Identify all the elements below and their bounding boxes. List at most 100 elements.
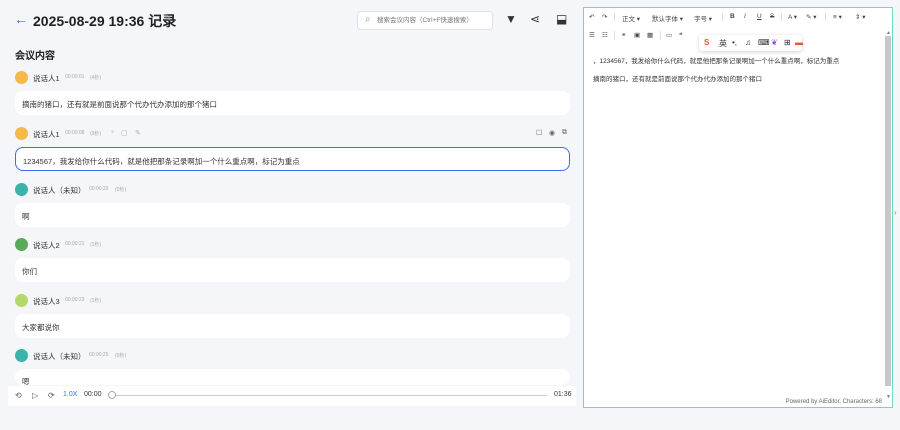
speaker-name[interactable]: 说话人（未知）	[33, 351, 86, 362]
skin-icon[interactable]: ❦	[771, 38, 778, 47]
quote-icon[interactable]: ❝	[679, 31, 683, 39]
export-icon[interactable]: ⬓	[556, 12, 567, 26]
line-height-button[interactable]: ⇕ ▾	[855, 13, 866, 21]
align-button[interactable]: ≡ ▾	[833, 13, 842, 21]
toolbar-divider	[781, 13, 782, 21]
toolbar-divider	[722, 13, 723, 21]
speaker-name[interactable]: 说话人3	[33, 296, 60, 307]
transcript-text-active[interactable]: 1234567，我发给你什么代码，就是他把那条记录啊加一个什么重点啊，标记为重点	[15, 147, 570, 171]
speaker-duration: (9秒)	[90, 131, 102, 137]
italic-button[interactable]: I	[744, 13, 746, 20]
undo-icon[interactable]: ↶	[589, 13, 594, 21]
ime-language-button[interactable]: 英	[719, 38, 727, 49]
copy-icon[interactable]: ⧉	[562, 129, 567, 137]
share-icon[interactable]: ⋖	[530, 12, 540, 26]
transcript-text-content: 大家都说你	[22, 323, 60, 332]
transcript-text-content: 啊	[22, 212, 30, 221]
speed-button[interactable]: 1.0X	[63, 391, 77, 398]
punctuation-icon[interactable]: •,	[732, 38, 737, 47]
audio-player: ⟲ ▷ ⟳ 1.0X 00:00 01:36	[8, 386, 576, 406]
speaker-time[interactable]: 00:00:23	[65, 297, 84, 303]
play-icon[interactable]: ▷	[32, 391, 38, 400]
paragraph-select[interactable]: 正文 ▾	[622, 13, 640, 23]
speaker-name[interactable]: 说话人2	[33, 240, 60, 251]
editor-footer: Powered by AiEditor, Characters: 68	[785, 399, 882, 405]
edit-title-icon[interactable]: ✎	[163, 13, 171, 24]
speaker-row: 说话人2 00:00:21 (1秒)	[15, 238, 555, 252]
pin-icon[interactable]: ✎	[135, 129, 141, 137]
speaker-time[interactable]: 00:00:20	[89, 186, 108, 192]
link-icon[interactable]: ⚭	[621, 31, 626, 39]
redo-icon[interactable]: ↷	[602, 13, 607, 21]
speaker-row: 说话人（未知） 00:00:25 (0秒)	[15, 349, 555, 363]
toolbar-divider	[614, 13, 615, 21]
align-label: ≡	[833, 14, 837, 21]
editor-line[interactable]: 摘南的猪口，还有就是前面说那个代办代办添加的那个猪口	[593, 73, 762, 83]
speaker-avatar	[15, 349, 28, 362]
speaker-avatar	[15, 127, 28, 140]
scroll-down-icon[interactable]: ▼	[886, 394, 891, 400]
size-select[interactable]: 字号 ▾	[694, 13, 712, 23]
filter-icon[interactable]: ▼	[505, 12, 517, 26]
speaker-time[interactable]: 00:00:25	[89, 352, 108, 358]
transcript-text-content: 摘南的猪口，还有就是前面说那个代办代办添加的那个猪口	[22, 100, 217, 109]
speaker-time[interactable]: 00:00:21	[65, 241, 84, 247]
transcript-text-content: 1234567，我发给你什么代码，就是他把那条记录啊加一个什么重点啊，标记为重点	[23, 157, 300, 166]
speaker-avatar	[15, 238, 28, 251]
editor-scrollbar[interactable]	[885, 36, 891, 386]
speaker-row: 说话人1 00:00:01 (4秒)	[15, 71, 555, 85]
forward-icon[interactable]: ⟳	[48, 391, 55, 400]
total-time: 01:36	[554, 391, 572, 398]
highlight-button[interactable]: ✎ ▾	[806, 13, 817, 21]
progress-handle[interactable]	[108, 391, 116, 399]
speaker-row: 说话人1 00:00:08 (9秒) ♀ ▢ ✎ ☐ ◉ ⧉	[15, 127, 571, 141]
search-icon: ⌕	[365, 14, 371, 25]
chevron-right-icon[interactable]: ›	[894, 208, 897, 217]
code-block-icon[interactable]: ▭	[666, 31, 672, 39]
page-title: 2025-08-29 19:36 记录	[33, 13, 177, 29]
play-segment-icon[interactable]: ◉	[549, 129, 555, 137]
image-icon[interactable]: ▣	[634, 31, 640, 39]
speaker-name[interactable]: 说话人1	[33, 73, 60, 84]
speaker-time[interactable]: 00:00:08	[65, 130, 84, 136]
sogou-logo-icon[interactable]: S	[704, 38, 709, 47]
speaker-name[interactable]: 说话人1	[33, 129, 60, 140]
underline-button[interactable]: U	[757, 13, 762, 20]
speaker-row: 说话人3 00:00:23 (1秒)	[15, 294, 555, 308]
transcript-text[interactable]: 啊	[15, 203, 570, 227]
speaker-name[interactable]: 说话人（未知）	[33, 185, 86, 196]
bullet-list-icon[interactable]: ☰	[589, 31, 595, 39]
bold-button[interactable]: B	[730, 13, 735, 20]
search-box[interactable]: ⌕	[357, 11, 493, 30]
editor-line[interactable]: ，1234567，我发给你什么代码，就是他把那条记录啊加一个什么重点啊，标记为重…	[593, 55, 839, 65]
keyboard-icon[interactable]: ⌨	[758, 38, 770, 47]
progress-track[interactable]	[111, 395, 547, 396]
strike-button[interactable]: S	[770, 13, 774, 20]
rich-text-editor: ↶ ↷ 正文 ▾ 默认字体 ▾ 字号 ▾ B I U S A ▾ ✎ ▾ ≡ ▾…	[583, 7, 893, 408]
tools-grid-icon[interactable]: ⊞	[784, 38, 791, 47]
transcript-text[interactable]: 大家都说你	[15, 314, 570, 338]
note-icon[interactable]: ▢	[121, 129, 128, 137]
back-arrow-icon[interactable]: ←	[14, 11, 28, 27]
ordered-list-icon[interactable]: ☷	[602, 31, 608, 39]
font-select-label: 默认字体	[652, 16, 678, 23]
speaker-duration: (0秒)	[115, 353, 127, 359]
font-select[interactable]: 默认字体 ▾	[652, 13, 683, 23]
transcript-text[interactable]: 你们	[15, 258, 570, 282]
ime-toolbar: S 英 •, ♫ ⌨ ❦ ⊞ ▬	[699, 35, 803, 51]
speaker-duration: (4秒)	[90, 75, 102, 81]
font-color-button[interactable]: A ▾	[788, 13, 797, 21]
bulb-icon[interactable]: ♀	[110, 129, 115, 136]
speaker-row: 说话人（未知） 00:00:20 (0秒)	[15, 183, 555, 197]
paragraph-select-label: 正文	[622, 16, 635, 23]
edit-icon[interactable]: ☐	[536, 129, 542, 137]
transcript-text[interactable]: 嗯	[15, 369, 570, 385]
rewind-icon[interactable]: ⟲	[15, 391, 22, 400]
speaker-time[interactable]: 00:00:01	[65, 74, 84, 80]
ime-more-icon[interactable]: ▬	[795, 38, 803, 47]
transcript-text[interactable]: 摘南的猪口，还有就是前面说那个代办代办添加的那个猪口	[15, 91, 570, 115]
table-icon[interactable]: ▦	[647, 31, 653, 39]
highlight-label: ✎	[806, 14, 812, 21]
search-input[interactable]	[377, 14, 489, 27]
microphone-icon[interactable]: ♫	[745, 38, 751, 47]
